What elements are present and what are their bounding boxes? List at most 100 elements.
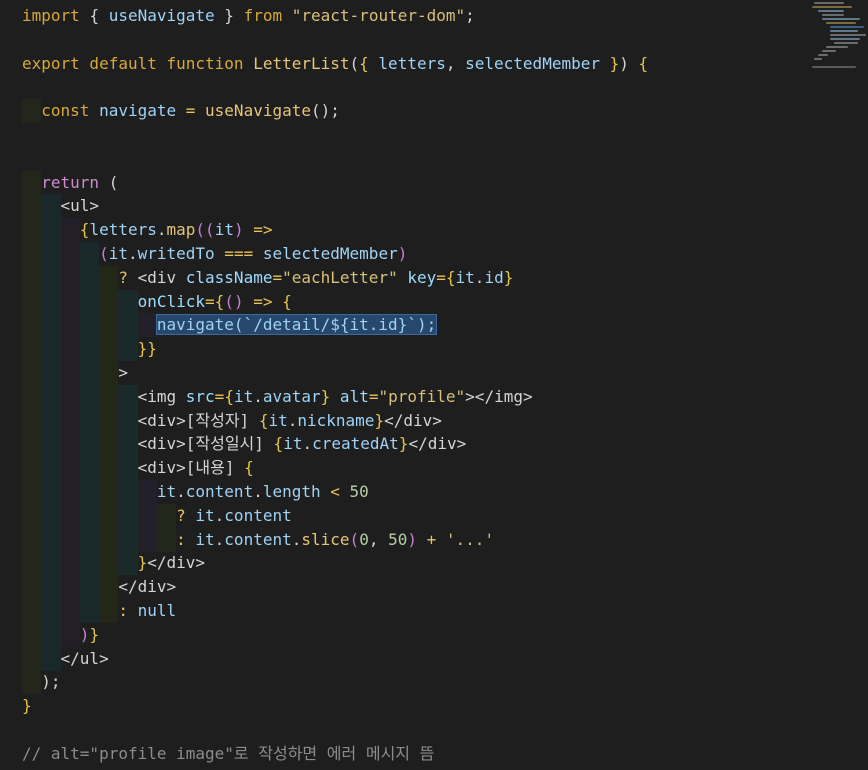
code-line[interactable]: > <box>0 361 868 385</box>
code-token: it <box>214 220 234 240</box>
code-token: } <box>599 53 620 73</box>
code-token: [작성일시] <box>185 434 274 454</box>
code-token: '...' <box>445 529 495 549</box>
code-line[interactable]: <img src={it.avatar} alt="profile"></img… <box>0 384 868 409</box>
code-token: "react-router-dom" <box>291 6 466 25</box>
code-text: > <box>22 361 128 385</box>
code-text: it.content.length < 50 <box>22 480 369 504</box>
code-token: { <box>224 386 234 406</box>
code-token: (( <box>195 220 215 240</box>
code-line[interactable]: <div>[작성자] {it.nickname}</div> <box>0 408 868 433</box>
code-token: content <box>185 482 254 501</box>
code-token: // alt="profile image"로 작성하면 에러 메시지 뜸 <box>22 743 435 763</box>
code-token: . <box>214 505 225 525</box>
code-token: : <box>176 529 196 549</box>
code-text: } <box>22 694 32 718</box>
code-line[interactable] <box>0 28 868 52</box>
code-token: === <box>214 244 263 263</box>
code-token: ); <box>41 672 61 692</box>
code-token: it <box>108 244 128 263</box>
code-token: export default function <box>22 53 254 73</box>
code-token: ></img> <box>465 386 533 406</box>
code-token: slice <box>301 529 350 549</box>
code-token: className <box>185 267 273 287</box>
code-line[interactable]: } <box>0 694 868 718</box>
code-token: import <box>22 6 90 25</box>
code-line[interactable]: )} <box>0 622 868 647</box>
code-token: it <box>455 267 475 287</box>
code-line[interactable]: (it.writedTo === selectedMember) <box>0 242 868 266</box>
code-token: } <box>320 386 331 406</box>
code-line[interactable]: return ( <box>0 170 868 195</box>
code-line[interactable]: </div> <box>0 575 868 600</box>
code-token: ( <box>108 172 119 192</box>
code-line[interactable]: ? <div className="eachLetter" key={it.id… <box>0 265 868 290</box>
code-token: { <box>638 53 649 73</box>
code-text: <div>[내용] { <box>22 456 254 480</box>
code-token: } <box>398 434 409 454</box>
code-token: <div> <box>137 434 186 454</box>
code-line[interactable]: }} <box>0 337 868 362</box>
code-token: { <box>89 6 109 25</box>
code-token: </div> <box>408 434 467 454</box>
code-token: ) <box>233 220 244 240</box>
code-token: <div> <box>137 458 186 478</box>
code-token: = <box>214 386 225 406</box>
code-line[interactable] <box>0 147 868 171</box>
code-token: const <box>41 101 100 121</box>
code-text: <div>[작성일시] {it.createdAt}</div> <box>22 432 467 456</box>
code-token: letters <box>378 53 446 73</box>
code-text: </div> <box>22 575 176 599</box>
code-token: { <box>79 220 90 240</box>
code-line[interactable] <box>0 718 868 742</box>
code-line[interactable]: ? it.content <box>0 503 868 528</box>
code-token: content <box>224 529 292 549</box>
code-text: ); <box>22 670 61 694</box>
code-token: { <box>282 291 292 311</box>
code-line[interactable]: {letters.map((it) => <box>0 218 868 243</box>
code-line[interactable]: import { useNavigate } from "react-route… <box>0 4 868 28</box>
code-line[interactable]: <div>[내용] { <box>0 456 868 481</box>
code-token: = <box>176 101 206 121</box>
code-token: ) <box>619 53 639 73</box>
code-token: ( <box>349 53 360 73</box>
code-line[interactable]: </ul> <box>0 646 868 671</box>
code-line[interactable]: <ul> <box>0 194 868 219</box>
code-line[interactable]: <div>[작성일시] {it.createdAt}</div> <box>0 432 868 457</box>
code-token: }} <box>137 339 157 359</box>
code-line[interactable]: it.content.length < 50 <box>0 480 868 504</box>
code-token: = <box>205 291 215 311</box>
code-token: createdAt <box>312 434 399 454</box>
code-line[interactable]: : it.content.slice(0, 50) + '...' <box>0 527 868 552</box>
code-line[interactable]: ); <box>0 670 868 695</box>
code-token: </ul> <box>60 648 109 668</box>
code-line[interactable]: onClick={() => { <box>0 289 868 314</box>
code-token: null <box>137 601 177 620</box>
code-line[interactable]: : null <box>0 599 868 623</box>
code-line[interactable]: export default function LetterList({ let… <box>0 52 868 76</box>
code-line[interactable] <box>0 75 868 99</box>
code-token: = <box>436 267 446 287</box>
code-token: > <box>118 363 128 382</box>
code-token: } <box>89 624 100 644</box>
code-line[interactable]: navigate(`/detail/${it.id}`); <box>0 313 868 338</box>
code-token: } <box>374 410 385 430</box>
code-editor[interactable]: import { useNavigate } from "react-route… <box>0 0 868 770</box>
code-line[interactable]: }</div> <box>0 551 868 576</box>
code-line[interactable]: // alt="profile image"로 작성하면 에러 메시지 뜸 <box>0 742 868 766</box>
code-token: (); <box>311 101 340 121</box>
code-token: [내용] <box>185 458 245 478</box>
code-line[interactable] <box>0 123 868 147</box>
code-line[interactable]: const navigate = useNavigate(); <box>0 99 868 124</box>
code-token: </div> <box>384 410 442 430</box>
code-token: ( <box>99 244 109 263</box>
